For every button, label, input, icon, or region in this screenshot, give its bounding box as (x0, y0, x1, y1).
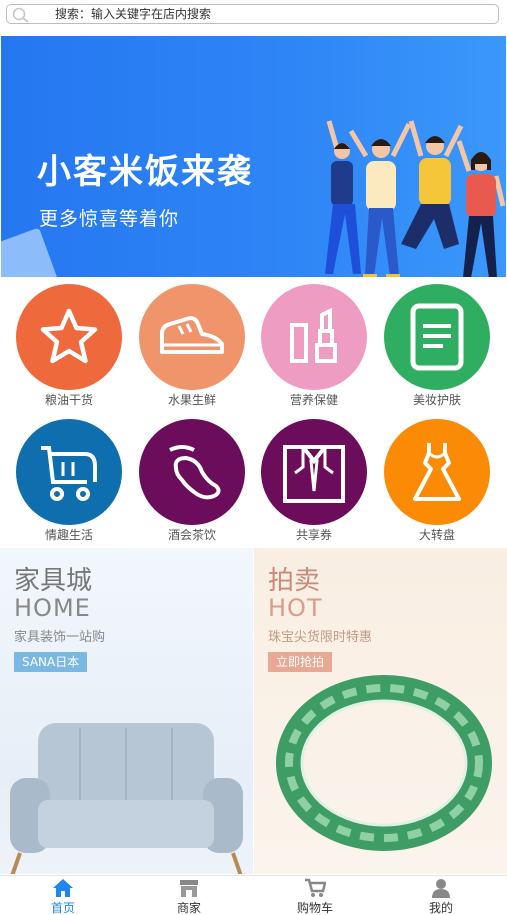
category-item[interactable]: 粮油干货 (9, 284, 129, 407)
dress-icon (384, 419, 490, 525)
cart-icon (16, 419, 122, 525)
promo-tag: 立即抢拍 (268, 652, 333, 672)
category-label: 共享券 (295, 528, 332, 542)
tab-label: 我的 (428, 901, 453, 915)
category-item[interactable]: 营养保健 (254, 284, 374, 407)
furniture-promo[interactable]: 家具城 HOME 家具装饰一站购 SANA日本 (0, 548, 253, 874)
search-icon (12, 7, 29, 23)
category-label: 情趣生活 (44, 528, 93, 542)
category-item[interactable]: 共享券 (254, 419, 374, 542)
promo-subtitle: HOME (14, 594, 91, 622)
promo-subtitle: HOT (268, 594, 323, 622)
sofa-illustration (10, 723, 243, 874)
tab-label: 商家 (176, 901, 201, 915)
shirt-icon (261, 419, 367, 525)
lipstick-icon (261, 284, 367, 390)
celebrating-people-illustration (325, 120, 506, 277)
tab-merchant[interactable]: 商家 (159, 878, 219, 915)
document-icon (384, 284, 490, 390)
sneaker-icon (139, 284, 245, 390)
user-icon (432, 879, 450, 898)
category-label: 粮油干货 (44, 393, 93, 407)
category-item[interactable]: 美妆护肤 (377, 284, 497, 407)
promo-description: 家具装饰一站购 (14, 630, 106, 645)
cart-icon (305, 878, 327, 897)
footprint-icon (139, 419, 245, 525)
person-figure (325, 120, 361, 274)
category-item[interactable]: 酒会茶饮 (132, 419, 252, 542)
search-input[interactable]: 搜索：输入关键字在店内搜索 (55, 7, 211, 22)
category-label: 大转盘 (418, 528, 455, 542)
tab-cart[interactable]: 购物车 (285, 878, 345, 915)
shop-icon (180, 880, 198, 897)
promo-title: 拍卖 (268, 566, 321, 596)
decorative-paper (1, 227, 60, 277)
jade-bangle-image (276, 675, 492, 851)
category-item[interactable]: 情趣生活 (9, 419, 129, 542)
search-bar[interactable]: 搜索：输入关键字在店内搜索 (6, 4, 499, 24)
home-icon (53, 879, 73, 897)
tab-home[interactable]: 首页 (33, 878, 93, 915)
category-label: 水果生鲜 (167, 393, 216, 407)
promo-title: 家具城 (14, 566, 93, 596)
promo-banner[interactable]: 小客米饭来袭 更多惊喜等着你 (1, 36, 506, 277)
category-item[interactable]: 水果生鲜 (132, 284, 252, 407)
auction-promo[interactable]: 拍卖 HOT 珠宝尖货限时特惠 立即抢拍 (254, 548, 507, 874)
banner-subtitle: 更多惊喜等着你 (39, 208, 180, 230)
promo-tag: SANA日本 (14, 652, 88, 672)
banner-title: 小客米饭来袭 (37, 152, 253, 192)
bottom-tab-bar: 首页 商家 购物车 我的 (0, 875, 507, 915)
tab-profile[interactable]: 我的 (411, 878, 471, 915)
category-label: 美妆护肤 (412, 393, 461, 407)
star-icon (16, 284, 122, 390)
category-item[interactable]: 大转盘 (377, 419, 497, 542)
category-label: 酒会茶饮 (167, 528, 216, 542)
tab-label: 首页 (50, 901, 75, 915)
category-label: 营养保健 (289, 393, 338, 407)
tab-label: 购物车 (296, 901, 333, 915)
promo-description: 珠宝尖货限时特惠 (268, 630, 373, 645)
